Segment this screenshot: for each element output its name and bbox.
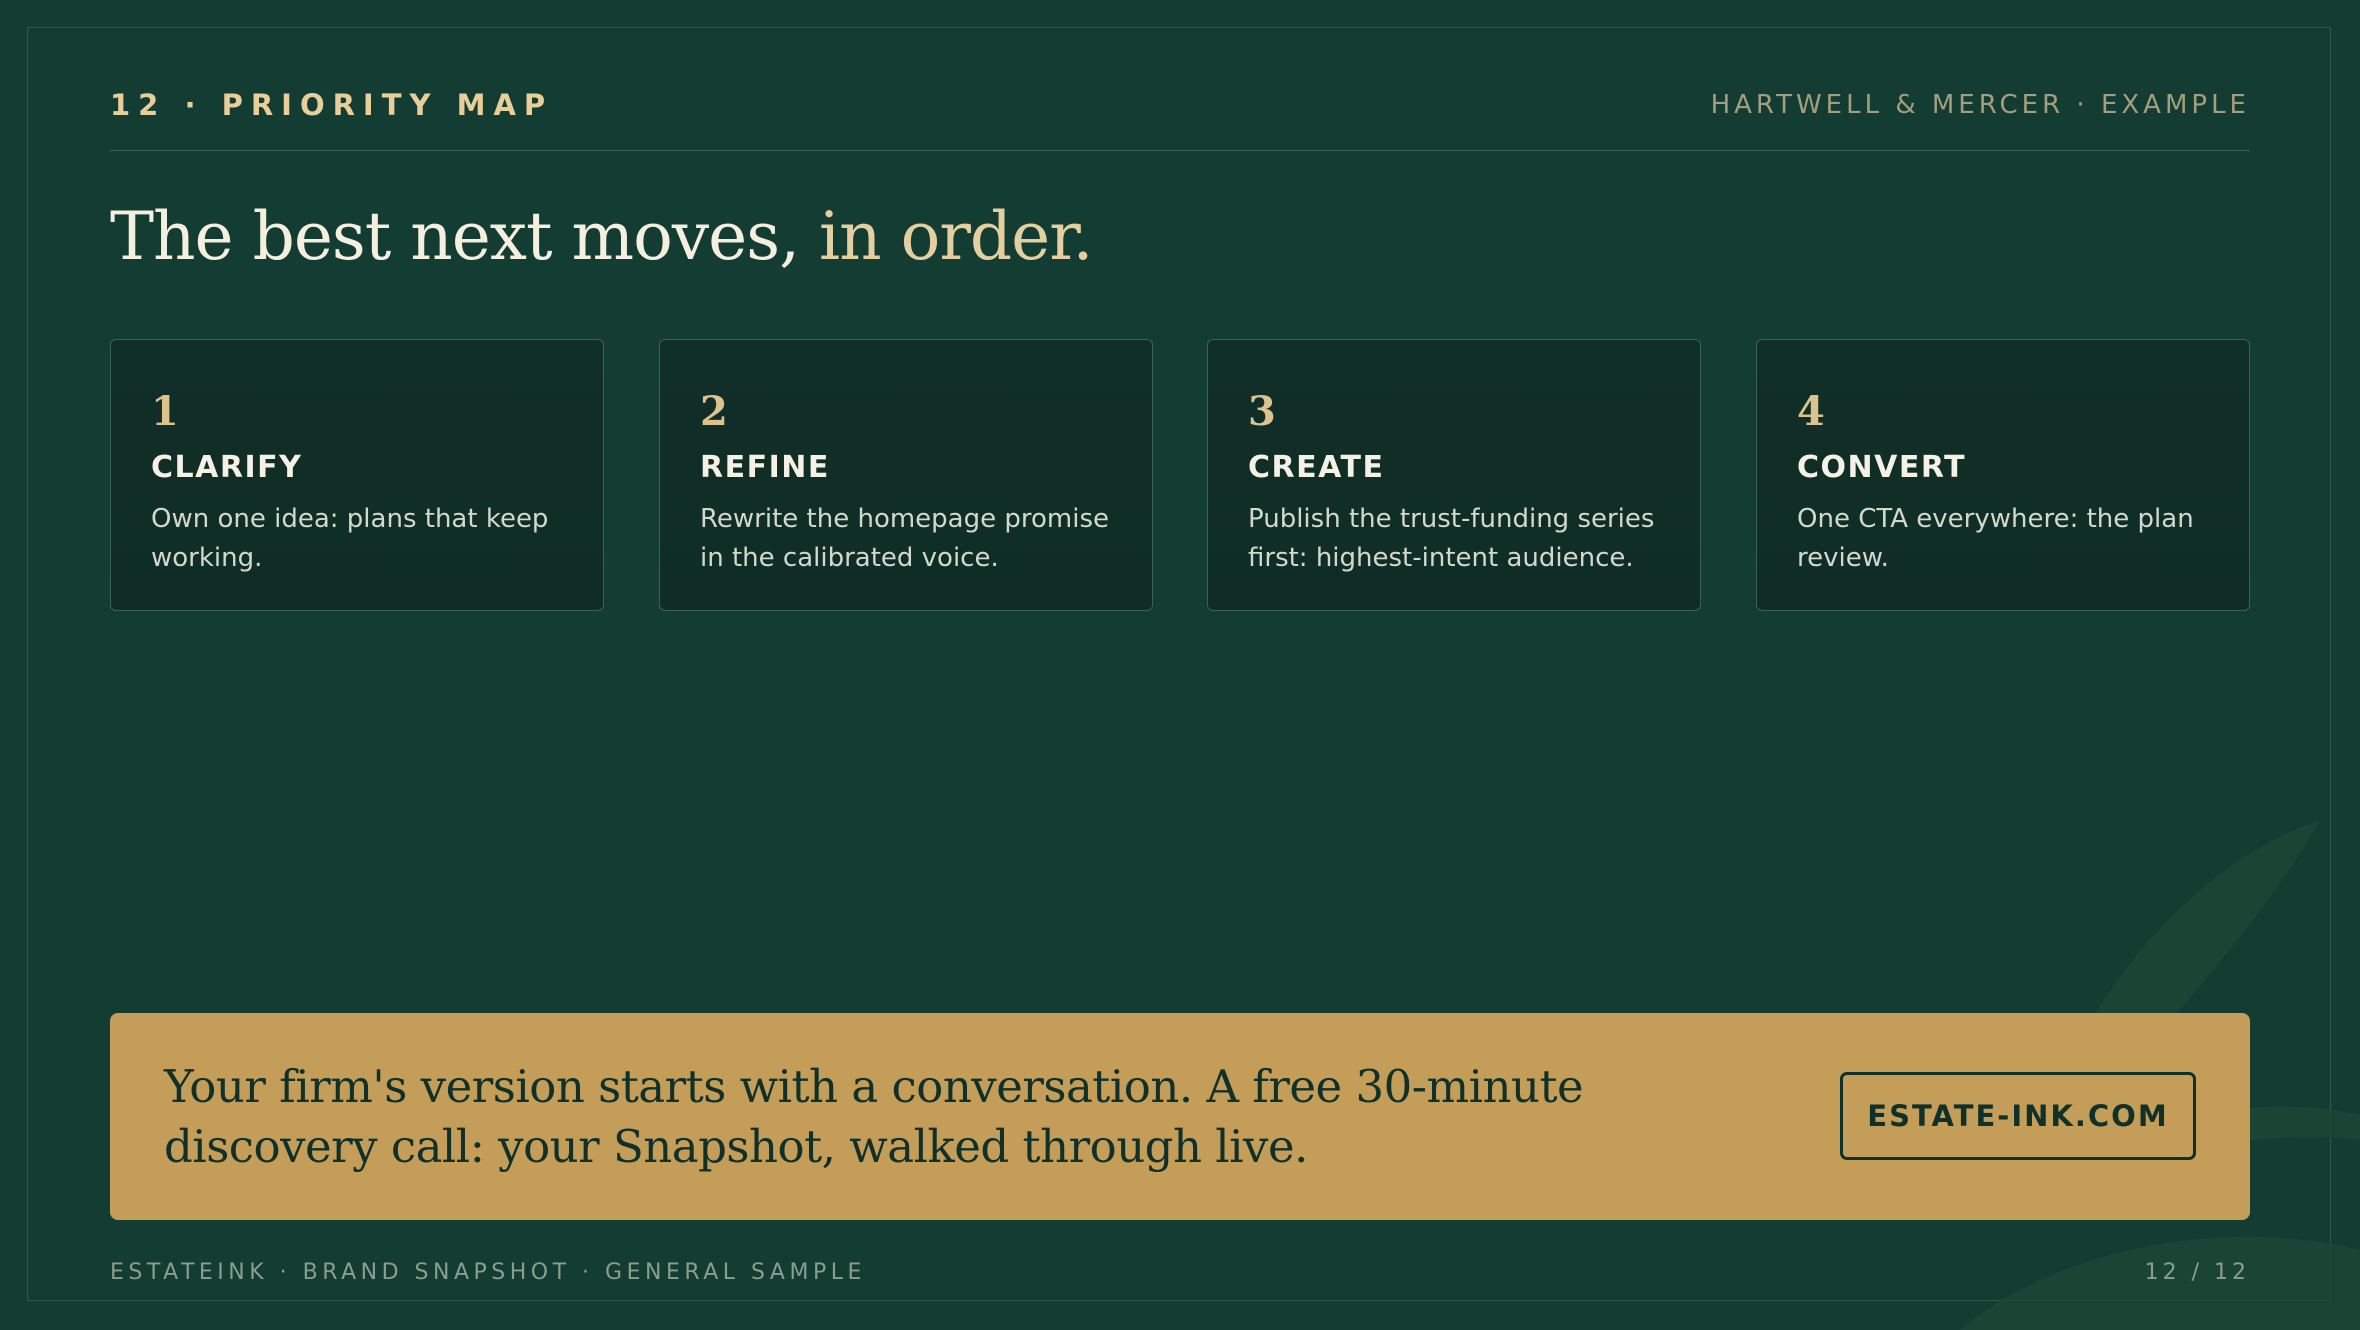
card-body: One CTA everywhere: the plan review. [1797,504,2194,573]
client-label: HARTWELL & MERCER · EXAMPLE [1710,90,2250,120]
card-title: CREATE [1248,450,1385,485]
card-number: 4 [1797,388,1825,435]
website-link-button[interactable]: ESTATE-INK.COM [1840,1072,2196,1160]
card-number: 1 [151,388,179,435]
card-title: REFINE [700,450,830,485]
page-title: The best next moves, in order. [110,198,1094,275]
priority-card-convert: 4 CONVERT One CTA everywhere: the plan r… [1756,339,2250,611]
priority-card-create: 3 CREATE Publish the trust-funding serie… [1207,339,1701,611]
card-body: Publish the trust-funding series first: … [1248,504,1655,573]
card-body: Own one idea: plans that keep working. [151,504,549,573]
headline-main: The best next moves, [110,198,820,275]
card-number: 2 [700,388,728,435]
card-body: Rewrite the homepage promise in the cali… [700,504,1109,573]
cta-text: Your firm's version starts with a conver… [164,1060,1584,1173]
cta-banner: Your firm's version starts with a conver… [110,1013,2250,1220]
section-label: 12 · PRIORITY MAP [110,88,554,122]
page-number: 12 / 12 [2144,1260,2250,1285]
priority-card-refine: 2 REFINE Rewrite the homepage promise in… [659,339,1153,611]
card-title: CONVERT [1797,450,1967,485]
card-number: 3 [1248,388,1276,435]
card-title: CLARIFY [151,450,303,485]
priority-card-clarify: 1 CLARIFY Own one idea: plans that keep … [110,339,604,611]
priority-cards: 1 CLARIFY Own one idea: plans that keep … [110,339,2250,611]
footer-label: ESTATEINK · BRAND SNAPSHOT · GENERAL SAM… [110,1260,866,1285]
slide-header: 12 · PRIORITY MAP HARTWELL & MERCER · EX… [110,88,2250,151]
headline-accent: in order. [819,198,1093,275]
